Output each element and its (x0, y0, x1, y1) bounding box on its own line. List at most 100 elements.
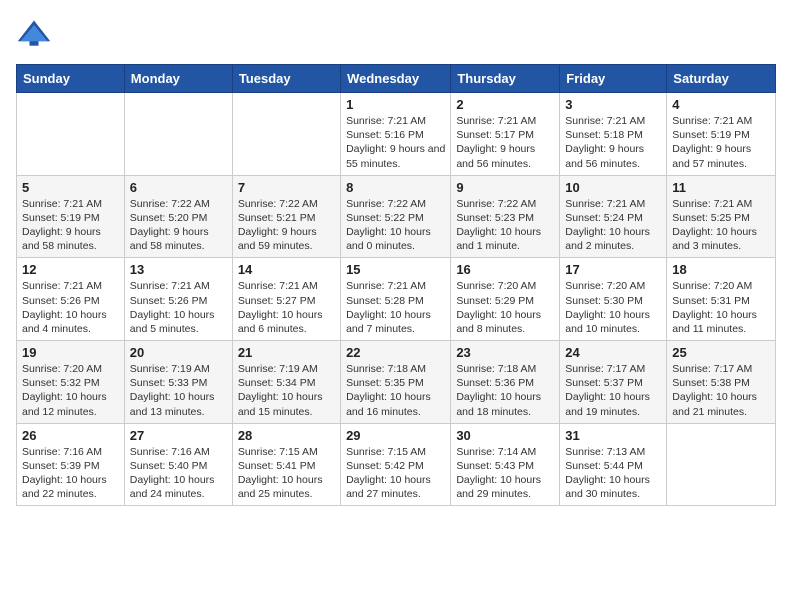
day-content: Sunrise: 7:22 AM Sunset: 5:22 PM Dayligh… (346, 197, 445, 254)
calendar-cell: 22 Sunrise: 7:18 AM Sunset: 5:35 PM Dayli… (341, 341, 451, 424)
logo-icon (16, 16, 52, 52)
calendar-cell: 3 Sunrise: 7:21 AM Sunset: 5:18 PM Daylig… (560, 93, 667, 176)
day-content: Sunrise: 7:21 AM Sunset: 5:26 PM Dayligh… (22, 279, 119, 336)
calendar-week-row: 26 Sunrise: 7:16 AM Sunset: 5:39 PM Dayli… (17, 423, 776, 506)
weekday-header: Saturday (667, 65, 776, 93)
calendar-cell: 20 Sunrise: 7:19 AM Sunset: 5:33 PM Dayli… (124, 341, 232, 424)
calendar-cell: 4Sunrise: 7:21 AM Sunset: 5:19 PM Daylig… (667, 93, 776, 176)
day-number: 19 (22, 345, 119, 360)
weekday-header: Sunday (17, 65, 125, 93)
weekday-header: Friday (560, 65, 667, 93)
calendar-cell: 12 Sunrise: 7:21 AM Sunset: 5:26 PM Dayli… (17, 258, 125, 341)
calendar-cell: 19 Sunrise: 7:20 AM Sunset: 5:32 PM Dayli… (17, 341, 125, 424)
day-content: Sunrise: 7:21 AM Sunset: 5:28 PM Dayligh… (346, 279, 445, 336)
day-content: Sunrise: 7:21 AM Sunset: 5:18 PM Dayligh… (565, 114, 661, 171)
calendar-cell: 26 Sunrise: 7:16 AM Sunset: 5:39 PM Dayli… (17, 423, 125, 506)
day-number: 23 (456, 345, 554, 360)
day-number: 21 (238, 345, 335, 360)
calendar-cell: 18 Sunrise: 7:20 AM Sunset: 5:31 PM Dayli… (667, 258, 776, 341)
weekday-header: Tuesday (232, 65, 340, 93)
day-number: 29 (346, 428, 445, 443)
day-content: Sunrise: 7:15 AM Sunset: 5:42 PM Dayligh… (346, 445, 445, 502)
day-content: Sunrise: 7:21 AM Sunset: 5:17 PM Dayligh… (456, 114, 554, 171)
calendar-cell: 6 Sunrise: 7:22 AM Sunset: 5:20 PM Daylig… (124, 175, 232, 258)
calendar-table: SundayMondayTuesdayWednesdayThursdayFrid… (16, 64, 776, 506)
day-content: Sunrise: 7:17 AM Sunset: 5:37 PM Dayligh… (565, 362, 661, 419)
calendar-cell: 30Sunrise: 7:14 AM Sunset: 5:43 PM Dayli… (451, 423, 560, 506)
day-number: 8 (346, 180, 445, 195)
logo (16, 16, 56, 52)
calendar-cell: 8 Sunrise: 7:22 AM Sunset: 5:22 PM Daylig… (341, 175, 451, 258)
day-number: 27 (130, 428, 227, 443)
day-number: 11 (672, 180, 770, 195)
day-content: Sunrise: 7:21 AM Sunset: 5:26 PM Dayligh… (130, 279, 227, 336)
day-number: 5 (22, 180, 119, 195)
day-number: 18 (672, 262, 770, 277)
day-content: Sunrise: 7:18 AM Sunset: 5:35 PM Dayligh… (346, 362, 445, 419)
day-content: Sunrise: 7:20 AM Sunset: 5:31 PM Dayligh… (672, 279, 770, 336)
day-content: Sunrise: 7:18 AM Sunset: 5:36 PM Dayligh… (456, 362, 554, 419)
day-content: Sunrise: 7:21 AM Sunset: 5:24 PM Dayligh… (565, 197, 661, 254)
day-number: 16 (456, 262, 554, 277)
day-number: 6 (130, 180, 227, 195)
day-content: Sunrise: 7:20 AM Sunset: 5:32 PM Dayligh… (22, 362, 119, 419)
calendar-cell: 17 Sunrise: 7:20 AM Sunset: 5:30 PM Dayli… (560, 258, 667, 341)
calendar-cell: 14 Sunrise: 7:21 AM Sunset: 5:27 PM Dayli… (232, 258, 340, 341)
day-number: 31 (565, 428, 661, 443)
day-content: Sunrise: 7:15 AM Sunset: 5:41 PM Dayligh… (238, 445, 335, 502)
day-content: Sunrise: 7:22 AM Sunset: 5:21 PM Dayligh… (238, 197, 335, 254)
calendar-cell (667, 423, 776, 506)
day-content: Sunrise: 7:22 AM Sunset: 5:20 PM Dayligh… (130, 197, 227, 254)
page-container: SundayMondayTuesdayWednesdayThursdayFrid… (0, 0, 792, 514)
day-number: 3 (565, 97, 661, 112)
day-content: Sunrise: 7:14 AM Sunset: 5:43 PM Dayligh… (456, 445, 554, 502)
calendar-cell: 15 Sunrise: 7:21 AM Sunset: 5:28 PM Dayli… (341, 258, 451, 341)
weekday-header-row: SundayMondayTuesdayWednesdayThursdayFrid… (17, 65, 776, 93)
calendar-week-row: 1 Sunrise: 7:21 AM Sunset: 5:16 PM Daylig… (17, 93, 776, 176)
day-content: Sunrise: 7:16 AM Sunset: 5:39 PM Dayligh… (22, 445, 119, 502)
calendar-cell: 10Sunrise: 7:21 AM Sunset: 5:24 PM Dayli… (560, 175, 667, 258)
day-number: 25 (672, 345, 770, 360)
day-number: 26 (22, 428, 119, 443)
weekday-header: Thursday (451, 65, 560, 93)
day-content: Sunrise: 7:21 AM Sunset: 5:27 PM Dayligh… (238, 279, 335, 336)
calendar-cell: 28 Sunrise: 7:15 AM Sunset: 5:41 PM Dayli… (232, 423, 340, 506)
calendar-cell (232, 93, 340, 176)
calendar-cell: 16Sunrise: 7:20 AM Sunset: 5:29 PM Dayli… (451, 258, 560, 341)
day-content: Sunrise: 7:21 AM Sunset: 5:25 PM Dayligh… (672, 197, 770, 254)
day-content: Sunrise: 7:19 AM Sunset: 5:33 PM Dayligh… (130, 362, 227, 419)
day-number: 12 (22, 262, 119, 277)
day-number: 17 (565, 262, 661, 277)
day-number: 28 (238, 428, 335, 443)
calendar-cell: 25Sunrise: 7:17 AM Sunset: 5:38 PM Dayli… (667, 341, 776, 424)
calendar-week-row: 19 Sunrise: 7:20 AM Sunset: 5:32 PM Dayli… (17, 341, 776, 424)
calendar-cell (17, 93, 125, 176)
day-number: 24 (565, 345, 661, 360)
header (16, 16, 776, 52)
day-number: 20 (130, 345, 227, 360)
calendar-cell: 2 Sunrise: 7:21 AM Sunset: 5:17 PM Daylig… (451, 93, 560, 176)
day-content: Sunrise: 7:16 AM Sunset: 5:40 PM Dayligh… (130, 445, 227, 502)
weekday-header: Wednesday (341, 65, 451, 93)
calendar-cell: 31 Sunrise: 7:13 AM Sunset: 5:44 PM Dayli… (560, 423, 667, 506)
day-content: Sunrise: 7:21 AM Sunset: 5:19 PM Dayligh… (22, 197, 119, 254)
day-content: Sunrise: 7:21 AM Sunset: 5:16 PM Dayligh… (346, 114, 445, 171)
day-content: Sunrise: 7:22 AM Sunset: 5:23 PM Dayligh… (456, 197, 554, 254)
day-number: 9 (456, 180, 554, 195)
day-number: 13 (130, 262, 227, 277)
day-number: 2 (456, 97, 554, 112)
calendar-week-row: 12 Sunrise: 7:21 AM Sunset: 5:26 PM Dayli… (17, 258, 776, 341)
day-number: 4 (672, 97, 770, 112)
calendar-cell: 21Sunrise: 7:19 AM Sunset: 5:34 PM Dayli… (232, 341, 340, 424)
weekday-header: Monday (124, 65, 232, 93)
day-number: 22 (346, 345, 445, 360)
day-number: 7 (238, 180, 335, 195)
calendar-cell (124, 93, 232, 176)
calendar-cell: 24 Sunrise: 7:17 AM Sunset: 5:37 PM Dayli… (560, 341, 667, 424)
day-number: 15 (346, 262, 445, 277)
day-content: Sunrise: 7:13 AM Sunset: 5:44 PM Dayligh… (565, 445, 661, 502)
day-content: Sunrise: 7:20 AM Sunset: 5:30 PM Dayligh… (565, 279, 661, 336)
calendar-week-row: 5 Sunrise: 7:21 AM Sunset: 5:19 PM Daylig… (17, 175, 776, 258)
day-number: 14 (238, 262, 335, 277)
day-number: 1 (346, 97, 445, 112)
